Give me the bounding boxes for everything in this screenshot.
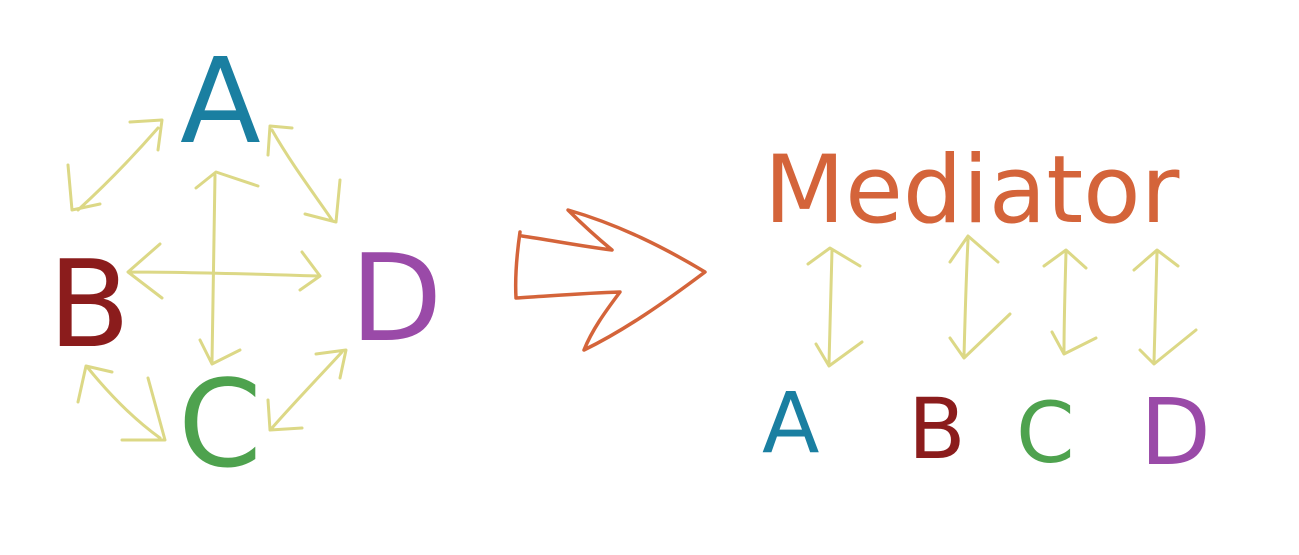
right-node-c: C [1016,384,1075,482]
transformation-arrow [513,208,707,352]
right-diagram: Mediator A B C D [762,136,1211,486]
diagram-canvas: A B C D Mediator A B C D [0,0,1299,555]
right-node-b: B [908,380,966,478]
left-node-c: C [178,356,262,495]
arrow-b-d [126,242,322,300]
arrow-b-c [76,364,167,442]
left-diagram: A B C D [48,32,442,495]
mediator-connections [806,234,1198,368]
left-node-b: B [48,236,130,375]
arrow-a-d [266,124,342,224]
diagram-svg: A B C D Mediator A B C D [48,32,1211,495]
mediator-label: Mediator [764,136,1180,245]
arrow-mediator-d [1132,248,1198,366]
arrow-a-b [66,118,164,212]
arrow-mediator-a [806,246,864,368]
right-node-d: D [1140,379,1211,486]
left-node-d: D [350,230,442,369]
arrow-mediator-b [948,234,1012,360]
arrow-a-c [194,170,260,366]
left-node-a: A [180,32,261,170]
right-node-a: A [762,374,819,472]
arrow-mediator-c [1042,248,1098,356]
arrow-c-d [266,348,348,432]
